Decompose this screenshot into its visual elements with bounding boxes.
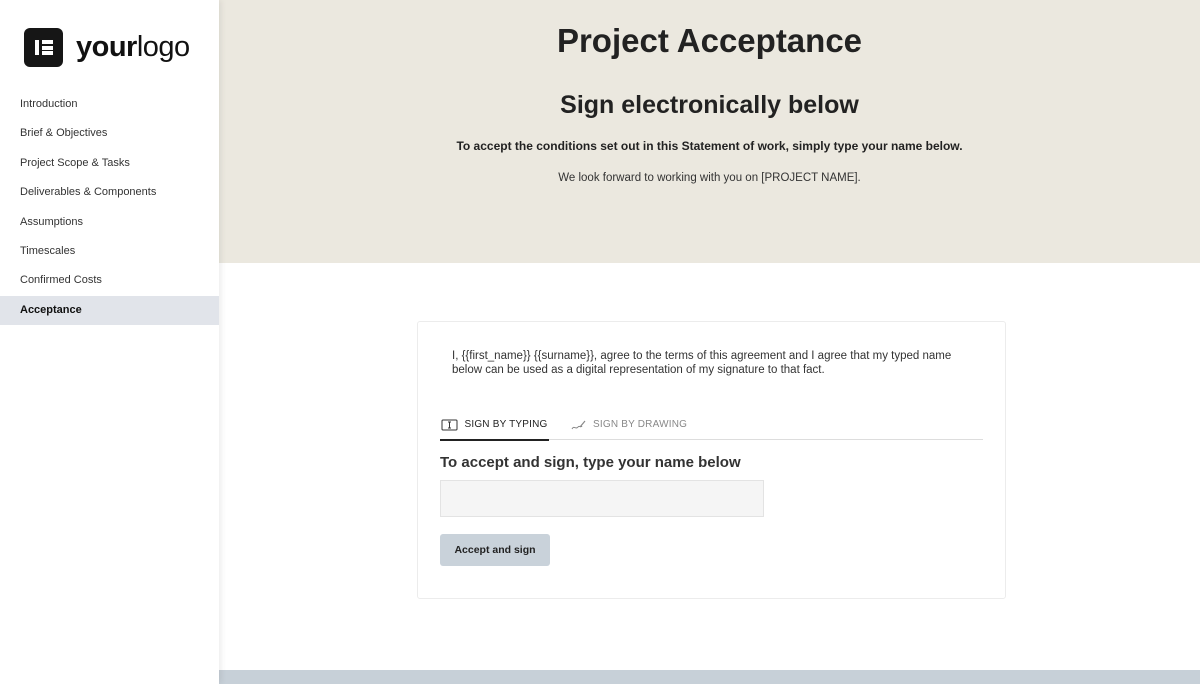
sidebar-item-acceptance[interactable]: Acceptance xyxy=(0,295,219,326)
accept-and-sign-button[interactable]: Accept and sign xyxy=(440,534,550,566)
sidebar-item-confirmed-costs[interactable]: Confirmed Costs xyxy=(0,266,219,295)
sidebar-item-timescales[interactable]: Timescales xyxy=(0,237,219,266)
tab-label: SIGN BY TYPING xyxy=(464,419,548,430)
sidebar-item-brief-objectives[interactable]: Brief & Objectives xyxy=(0,119,219,148)
logo[interactable]: yourlogo xyxy=(24,28,190,67)
agreement-text: I, {{first_name}} {{surname}}, agree to … xyxy=(452,350,952,376)
welcome-text: We look forward to working with you on [… xyxy=(558,172,861,184)
tab-sign-by-drawing[interactable]: SIGN BY DRAWING xyxy=(570,411,687,439)
logo-mark-icon xyxy=(24,28,63,67)
sign-heading: To accept and sign, type your name below xyxy=(440,454,741,471)
sidebar-item-deliverables[interactable]: Deliverables & Components xyxy=(0,178,219,207)
sidebar-nav: Introduction Brief & Objectives Project … xyxy=(0,90,219,326)
sidebar-item-assumptions[interactable]: Assumptions xyxy=(0,208,219,237)
sidebar-item-introduction[interactable]: Introduction xyxy=(0,90,219,119)
hero-section: Project Acceptance Sign electronically b… xyxy=(219,0,1200,263)
logo-text: yourlogo xyxy=(76,31,190,63)
signature-name-input[interactable] xyxy=(440,480,764,517)
instruction-text: To accept the conditions set out in this… xyxy=(456,139,963,153)
keyboard-icon xyxy=(441,419,458,431)
sidebar: yourlogo Introduction Brief & Objectives… xyxy=(0,0,219,684)
footer-strip xyxy=(219,670,1200,684)
tab-label: SIGN BY DRAWING xyxy=(593,419,688,430)
signature-tabs: SIGN BY TYPING SIGN BY DRAWING xyxy=(440,411,983,441)
sidebar-item-project-scope[interactable]: Project Scope & Tasks xyxy=(0,149,219,178)
page-title: Project Acceptance xyxy=(556,22,863,59)
section-subtitle: Sign electronically below xyxy=(560,91,859,119)
pen-icon xyxy=(571,420,586,430)
signature-card: I, {{first_name}} {{surname}}, agree to … xyxy=(417,321,1006,599)
tab-sign-by-typing[interactable]: SIGN BY TYPING xyxy=(440,411,549,441)
